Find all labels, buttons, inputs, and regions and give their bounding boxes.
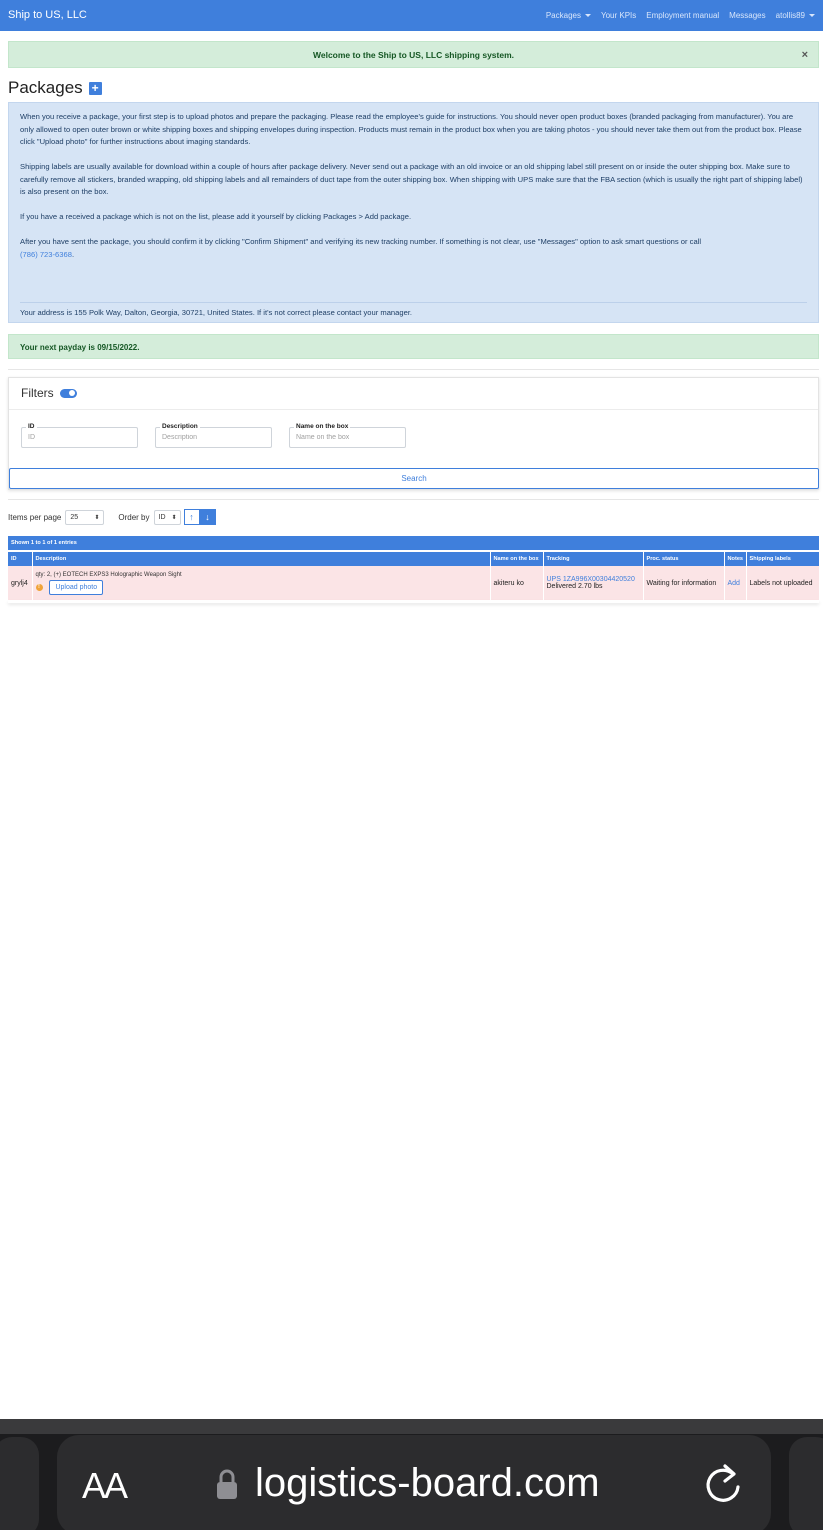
address-text: Your address is 155 Polk Way, Dalton, Ge… [20,308,413,317]
cell-description: qty: 2, (+) EOTECH EXPS3 Holographic Wea… [32,566,491,600]
tracking-link[interactable]: UPS 1ZA996X00304420520 [547,576,640,583]
filters-toggle[interactable] [59,388,77,398]
nav-packages-label: Packages [545,11,581,20]
info-paragraph-text: After you have sent the package, you sho… [20,237,702,246]
items-per-page-select[interactable]: 25 ⬍ [65,509,105,525]
select-arrows-icon: ⬍ [171,514,177,521]
divider [8,499,819,500]
description-filter-label: Description [160,423,200,430]
add-package-icon[interactable]: + [88,81,102,95]
nav-packages[interactable]: Packages [546,11,591,20]
column-header-proc-status[interactable]: Proc. status [643,552,725,566]
nav-links: Packages Your KPIs Employment manual Mes… [546,11,815,20]
divider [8,369,819,370]
description-filter-field: Description [155,423,272,448]
cell-id: grylj4 [8,566,33,600]
cell-shipping-labels: Labels not uploaded [746,566,820,600]
info-paragraph: Shipping labels are usually available fo… [20,162,803,196]
divider [9,409,818,410]
description-actions: ! Upload photo [35,579,487,595]
name-on-box-filter-input[interactable] [296,434,400,441]
table-row: grylj4 qty: 2, (+) EOTECH EXPS3 Holograp… [8,566,820,600]
previous-tab-preview[interactable] [0,1437,39,1530]
page-title: Packages [8,78,83,97]
items-per-page-value: 25 [70,513,79,521]
info-paragraph: If you have a received a package which i… [20,212,412,221]
phone-link[interactable]: (786) 723-6368 [20,250,72,259]
column-header-notes[interactable]: Notes [724,552,747,566]
name-on-box-filter-label: Name on the box [294,423,351,430]
column-header-name-on-box[interactable]: Name on the box [490,552,544,566]
entries-count: Shown 1 to 1 of 1 entries [8,536,819,550]
reload-icon[interactable] [703,1462,743,1506]
description-filter-input[interactable] [162,434,266,441]
nav-employment-manual[interactable]: Employment manual [646,11,719,20]
divider [20,302,807,303]
packages-table: ID Description Name on the box Tracking … [8,552,820,600]
select-arrows-icon: ⬍ [94,514,100,521]
package-description: qty: 2, (+) EOTECH EXPS3 Holographic Wea… [35,571,182,578]
name-on-box-filter-field: Name on the box [289,423,406,448]
column-header-tracking[interactable]: Tracking [543,552,644,566]
sort-descending-button[interactable]: ↓ [199,509,216,525]
order-by-label: Order by [118,512,150,522]
arrow-down-icon: ↓ [205,512,210,522]
nav-user-label: atollis89 [775,11,805,20]
nav-user[interactable]: atollis89 [776,11,815,20]
close-icon[interactable]: × [802,49,808,61]
cell-name-on-box: akiteru ko [490,566,544,600]
tracking-status: Delivered 2.70 lbs [546,583,603,590]
search-button[interactable]: Search [9,468,819,489]
filters-title: Filters [21,386,54,400]
caret-down-icon [809,14,815,18]
order-by-value: ID [158,513,166,521]
cell-tracking: UPS 1ZA996X00304420520 Delivered 2.70 lb… [543,566,644,600]
cell-proc-status: Waiting for information [643,566,725,600]
welcome-text: Welcome to the Ship to US, LLC shipping … [312,49,515,60]
url-text[interactable]: logistics-board.com [255,1461,600,1506]
payday-alert: Your next payday is 09/15/2022. [8,334,819,359]
navbar: Ship to US, LLC Packages Your KPIs Emplo… [0,0,823,31]
upload-photo-button[interactable]: Upload photo [49,579,104,595]
order-by-select[interactable]: ID ⬍ [153,509,181,525]
list-controls: Items per page 25 ⬍ Order by ID ⬍ ↑ ↓ [8,509,216,525]
arrow-up-icon: ↑ [189,512,194,522]
filters-header: Filters [21,386,77,400]
table-header-row: ID Description Name on the box Tracking … [8,552,820,566]
info-paragraph-end: . [71,249,75,259]
next-tab-preview[interactable] [789,1437,823,1530]
cell-notes: Add [724,566,747,600]
id-filter-field: ID [21,423,138,448]
add-note-link[interactable]: Add [728,580,740,587]
id-filter-input[interactable] [28,434,132,441]
lock-icon [217,1469,237,1499]
sort-ascending-button[interactable]: ↑ [183,509,200,525]
info-paragraph: After you have sent the package, you sho… [20,236,807,261]
text-size-button[interactable]: AA [82,1465,128,1507]
title-row: Packages + [8,78,102,98]
caret-down-icon [584,14,591,18]
packages-table-wrapper: Shown 1 to 1 of 1 entries ID Description… [8,536,820,603]
info-paragraph: When you receive a package, your first s… [20,112,802,146]
info-box: When you receive a package, your first s… [8,102,819,323]
nav-kpis[interactable]: Your KPIs [601,11,636,20]
table-shadow [8,600,819,603]
column-header-description[interactable]: Description [32,552,491,566]
id-filter-label: ID [26,423,37,430]
nav-messages[interactable]: Messages [729,11,765,20]
column-header-shipping-labels[interactable]: Shipping labels [746,552,820,566]
column-header-id[interactable]: ID [8,552,33,566]
brand[interactable]: Ship to US, LLC [8,9,87,21]
welcome-alert: Welcome to the Ship to US, LLC shipping … [8,41,819,68]
filters-card: Filters ID Description Name on the box S… [8,377,819,490]
warning-icon: ! [35,583,43,591]
items-per-page-label: Items per page [8,512,62,522]
